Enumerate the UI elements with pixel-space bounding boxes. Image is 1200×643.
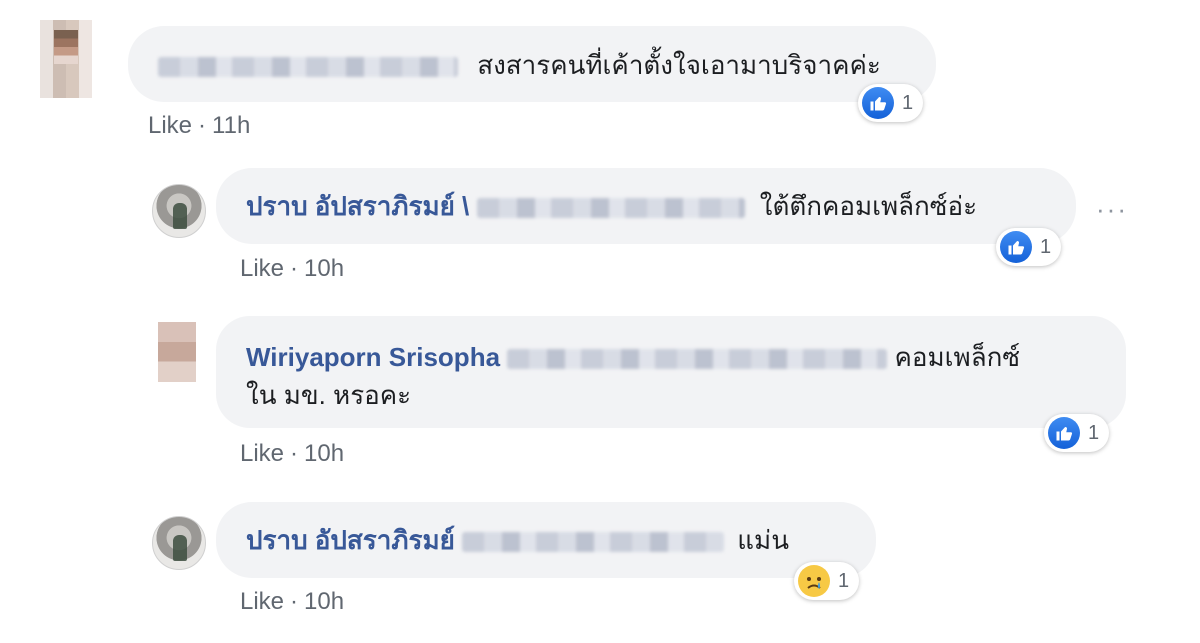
- avatar[interactable]: [158, 322, 196, 382]
- timestamp[interactable]: 10h: [304, 440, 344, 467]
- avatar[interactable]: [40, 20, 92, 98]
- thumbs-up-icon: [1048, 417, 1080, 449]
- avatar[interactable]: [152, 184, 206, 238]
- like-link[interactable]: Like: [240, 440, 284, 467]
- redacted-text: [507, 349, 888, 370]
- reaction-count: 1: [1040, 235, 1052, 258]
- comment-bubble: ปราบ อัปสราภิรมย์ แม่น: [216, 502, 876, 578]
- like-link[interactable]: Like: [240, 255, 284, 282]
- reaction-count: 1: [1088, 421, 1100, 444]
- timestamp[interactable]: 10h: [304, 255, 344, 282]
- reaction-count: 1: [902, 91, 914, 114]
- comment-meta: Like · 11h: [148, 112, 250, 140]
- comment-bubble: สงสารคนที่เค้าตั้งใจเอามาบริจาคค่ะ: [128, 26, 936, 102]
- more-options-icon[interactable]: ···: [1096, 194, 1128, 225]
- comment-meta: Like · 10h: [240, 440, 344, 468]
- comment-text: ใต้ตึกคอมเพล็กซ์อ่ะ: [759, 191, 978, 221]
- separator: ·: [198, 112, 207, 139]
- separator: ·: [290, 440, 299, 467]
- comment-text: สงสารคนที่เค้าตั้งใจเอามาบริจาคค่ะ: [477, 50, 881, 80]
- comment-line-1: Wiriyaporn Srisopha คอมเพล็กซ์: [246, 338, 1096, 376]
- reaction-badge[interactable]: 1: [1044, 414, 1110, 452]
- timestamp[interactable]: 10h: [304, 588, 344, 615]
- redacted-text: [476, 198, 745, 219]
- separator: ·: [290, 588, 299, 615]
- comment-meta: Like · 10h: [240, 588, 344, 616]
- like-link[interactable]: Like: [240, 588, 284, 615]
- reaction-badge[interactable]: 1: [858, 84, 924, 122]
- comment-author[interactable]: ปราบ อัปสราภิรมย์: [246, 525, 455, 555]
- thumbs-up-icon: [1000, 231, 1032, 263]
- reaction-badge[interactable]: 1: [794, 562, 860, 600]
- like-link[interactable]: Like: [148, 112, 192, 139]
- reaction-badge[interactable]: 1: [996, 228, 1062, 266]
- reaction-count: 1: [838, 569, 850, 592]
- thumbs-up-icon: [862, 87, 894, 119]
- comment-bubble: ปราบ อัปสราภิรมย์ \ ใต้ตึกคอมเพล็กซ์อ่ะ: [216, 168, 1076, 244]
- redacted-text: [462, 532, 725, 553]
- avatar[interactable]: [152, 516, 206, 570]
- crying-face-icon: [798, 565, 830, 597]
- comment-text: แม่น: [737, 525, 789, 555]
- timestamp[interactable]: 11h: [212, 112, 250, 139]
- separator: ·: [290, 255, 299, 282]
- comment-author[interactable]: ปราบ อัปสราภิรมย์ \: [246, 191, 469, 221]
- comment-text: คอมเพล็กซ์: [894, 342, 1021, 372]
- comment-meta: Like · 10h: [240, 255, 344, 283]
- comment-author[interactable]: Wiriyaporn Srisopha: [246, 342, 500, 372]
- comment-bubble: Wiriyaporn Srisopha คอมเพล็กซ์ ใน มข. หร…: [216, 316, 1126, 428]
- redacted-text: [158, 57, 458, 78]
- comment-text-line-2: ใน มข. หรอคะ: [246, 380, 412, 410]
